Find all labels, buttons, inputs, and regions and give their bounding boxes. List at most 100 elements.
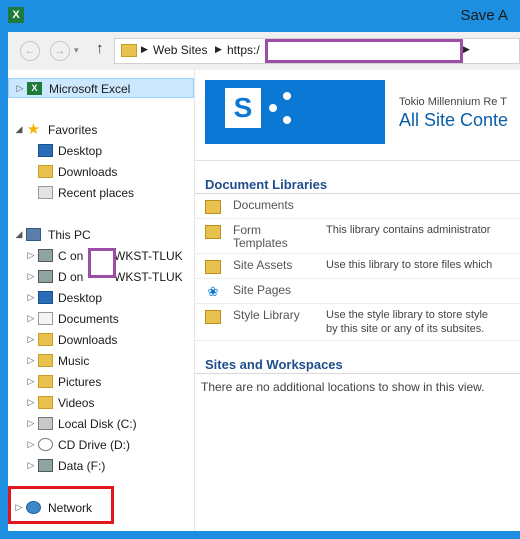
downloads-icon <box>38 165 53 178</box>
library-name[interactable]: Form Templates <box>233 224 303 250</box>
library-description: This library contains administrator <box>326 224 491 236</box>
redacted-url <box>265 39 463 63</box>
back-arrow-icon[interactable]: ← <box>20 41 40 61</box>
recent-locations-chevron-down-icon[interactable]: ▾ <box>74 45 79 56</box>
collapse-arrow-icon[interactable]: ◢ <box>14 124 24 135</box>
expand-arrow-icon[interactable]: ▷ <box>26 376 36 387</box>
library-row-form-templates[interactable]: Form Templates This library contains adm… <box>195 219 520 254</box>
expand-arrow-icon[interactable]: ▷ <box>26 418 36 429</box>
tree-item-label: Downloads <box>58 333 118 347</box>
tree-item-label-suffix: WKST-TLUK <box>114 249 183 263</box>
site-organization: Tokio Millennium Re T <box>399 96 508 108</box>
library-name[interactable]: Documents <box>233 199 294 212</box>
tree-item-label: Recent places <box>58 186 135 200</box>
navigation-bar: ← → ▾ ↑ ▶ Web Sites ▶ https:/ ▶ <box>8 32 520 71</box>
excel-icon: X <box>27 82 42 95</box>
tree-item-cd-drive-d[interactable]: ▷ CD Drive (D:) <box>8 435 194 455</box>
tree-item-local-disk-c[interactable]: ▷ Local Disk (C:) <box>8 414 194 434</box>
desktop-icon <box>38 144 53 157</box>
library-row-documents[interactable]: Documents <box>195 194 520 219</box>
tree-item-this-pc[interactable]: ◢ This PC <box>8 225 194 245</box>
tree-item-desktop[interactable]: ▷ Desktop <box>8 288 194 308</box>
sharepoint-logo: S <box>205 80 385 144</box>
tree-item-videos[interactable]: ▷ Videos <box>8 393 194 413</box>
site-pages-icon: ❀ <box>205 285 221 299</box>
site-title[interactable]: All Site Conte <box>399 110 508 131</box>
expand-arrow-icon[interactable]: ▷ <box>26 250 36 261</box>
library-row-site-assets[interactable]: Site Assets Use this library to store fi… <box>195 254 520 279</box>
empty-sites-message: There are no additional locations to sho… <box>201 380 485 394</box>
document-libraries-heading: Document Libraries <box>205 177 328 192</box>
breadcrumb-separator-icon[interactable]: ▶ <box>141 44 148 55</box>
content-pane: S Tokio Millennium Re T All Site Conte D… <box>195 70 520 531</box>
tree-item-label: CD Drive (D:) <box>58 438 130 452</box>
document-library-icon <box>205 260 221 274</box>
tree-item-music[interactable]: ▷ Music <box>8 351 194 371</box>
tree-item-label: Videos <box>58 396 95 410</box>
library-name[interactable]: Site Assets <box>233 259 292 272</box>
expand-arrow-icon[interactable]: ▷ <box>26 292 36 303</box>
expand-arrow-icon[interactable]: ▷ <box>26 439 36 450</box>
breadcrumb-separator-icon[interactable]: ▶ <box>463 44 470 55</box>
document-library-icon <box>205 310 221 324</box>
tree-item-label: Desktop <box>58 291 103 305</box>
tree-item-microsoft-excel[interactable]: ▷ X Microsoft Excel <box>8 78 194 98</box>
library-name[interactable]: Style Library <box>233 309 300 322</box>
title-bar: X Save A <box>0 0 520 32</box>
library-description-line2: by this site or any of its subsites. <box>326 323 485 335</box>
folder-icon <box>121 44 137 57</box>
library-row-site-pages[interactable]: ❀ Site Pages <box>195 279 520 304</box>
collapse-arrow-icon[interactable]: ◢ <box>14 229 24 240</box>
logo-node-icon <box>269 104 277 112</box>
tree-item-data-f[interactable]: ▷ Data (F:) <box>8 456 194 476</box>
sharepoint-logo-letter: S <box>225 88 261 128</box>
tree-item-documents[interactable]: ▷ Documents <box>8 309 194 329</box>
expand-arrow-icon[interactable]: ▷ <box>26 460 36 471</box>
tree-item-label: Microsoft Excel <box>49 82 131 96</box>
sharepoint-banner: S Tokio Millennium Re T All Site Conte <box>195 70 520 161</box>
forward-arrow-icon[interactable]: → <box>50 41 70 61</box>
up-arrow-icon[interactable]: ↑ <box>96 40 104 57</box>
window-frame-left <box>0 32 8 539</box>
document-library-icon <box>205 200 221 214</box>
address-bar[interactable]: ▶ Web Sites ▶ https:/ ▶ <box>114 38 520 64</box>
expand-arrow-icon[interactable]: ▷ <box>15 83 25 94</box>
tree-item-favorites-downloads[interactable]: Downloads <box>8 162 194 182</box>
redacted-drive-name <box>88 248 116 278</box>
breadcrumb-https[interactable]: https:/ <box>227 43 260 57</box>
expand-arrow-icon[interactable]: ▷ <box>26 271 36 282</box>
sites-and-workspaces-heading: Sites and Workspaces <box>205 357 343 372</box>
library-name[interactable]: Site Pages <box>233 284 291 297</box>
expand-arrow-icon[interactable]: ▷ <box>26 397 36 408</box>
expand-arrow-icon[interactable]: ▷ <box>26 334 36 345</box>
local-disk-icon <box>38 417 53 430</box>
data-drive-icon <box>38 459 53 472</box>
section-divider <box>195 373 520 374</box>
tree-item-label: Downloads <box>58 165 118 179</box>
documents-icon <box>38 312 53 325</box>
recent-places-icon <box>38 186 53 199</box>
library-row-style-library[interactable]: Style Library Use the style library to s… <box>195 304 520 341</box>
tree-item-favorites[interactable]: ◢ ★ Favorites <box>8 120 194 140</box>
expand-arrow-icon[interactable]: ▷ <box>26 313 36 324</box>
window-title: Save A <box>460 7 508 24</box>
breadcrumb-separator-icon[interactable]: ▶ <box>215 44 222 55</box>
tree-item-label: Documents <box>58 312 119 326</box>
tree-item-pictures[interactable]: ▷ Pictures <box>8 372 194 392</box>
logo-node-icon <box>283 92 291 100</box>
downloads-folder-icon <box>38 333 53 346</box>
tree-item-label: D on <box>58 270 84 284</box>
computer-icon <box>26 228 41 241</box>
tree-item-downloads[interactable]: ▷ Downloads <box>8 330 194 350</box>
expand-arrow-icon[interactable]: ▷ <box>26 355 36 366</box>
tree-item-label: Music <box>58 354 90 368</box>
document-library-icon <box>205 225 221 239</box>
breadcrumb-web-sites[interactable]: Web Sites <box>153 43 207 57</box>
tree-item-label: Desktop <box>58 144 103 158</box>
music-icon <box>38 354 53 367</box>
tree-item-favorites-desktop[interactable]: Desktop <box>8 141 194 161</box>
tree-item-recent-places[interactable]: Recent places <box>8 183 194 203</box>
tree-item-label: Favorites <box>48 123 98 137</box>
window-frame-bottom <box>0 531 520 539</box>
library-description: Use this library to store files which <box>326 259 493 271</box>
